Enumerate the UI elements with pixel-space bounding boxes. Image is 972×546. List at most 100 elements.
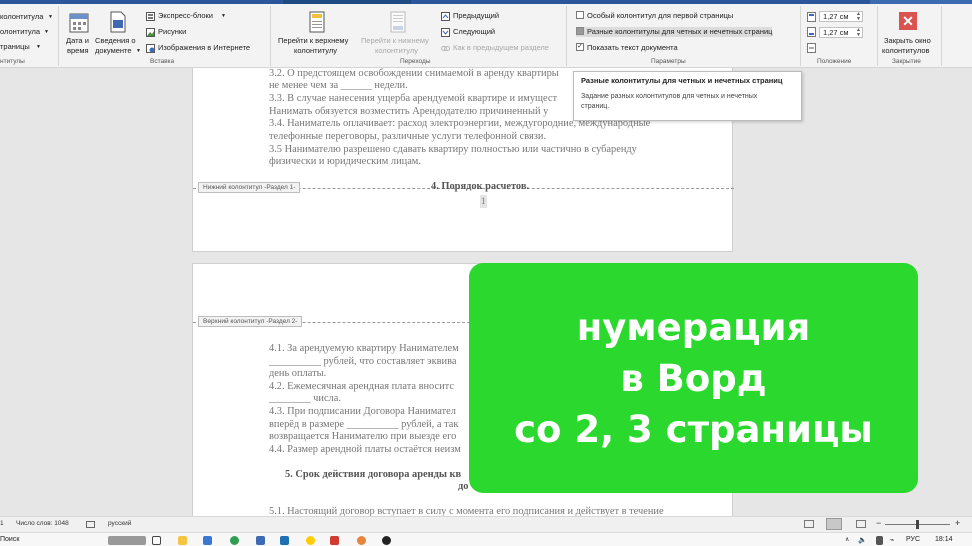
page-number-dropdown[interactable]: траницы xyxy=(0,42,30,52)
chevron-up-icon[interactable]: ∧ xyxy=(845,536,849,543)
browser-icon[interactable] xyxy=(357,536,366,545)
volume-icon[interactable]: 🔈 xyxy=(858,536,867,544)
group-separator xyxy=(800,6,801,66)
file-explorer-icon[interactable] xyxy=(178,536,187,545)
group-label-position: Положение xyxy=(817,58,852,65)
edge-icon[interactable] xyxy=(230,536,239,545)
obs-icon[interactable] xyxy=(382,536,391,545)
web-layout-icon[interactable] xyxy=(856,520,866,528)
group-separator xyxy=(58,6,59,66)
chevron-down-icon: ▼ xyxy=(48,14,53,20)
title-bar-strip xyxy=(0,0,972,4)
previous-icon xyxy=(441,12,450,21)
section-heading-cont: до xyxy=(458,481,469,492)
app-icon[interactable] xyxy=(330,536,339,545)
online-pictures-button[interactable]: Изображения в Интернете xyxy=(158,43,250,53)
mail-icon[interactable] xyxy=(256,536,265,545)
promo-overlay: нумерация в Ворд со 2, 3 страницы xyxy=(469,263,918,493)
status-bar: 1 Число слов: 1048 русский − + xyxy=(0,516,972,532)
goto-header-label-2[interactable]: колонтитулу xyxy=(294,46,337,56)
battery-icon[interactable] xyxy=(876,536,883,545)
doc-info-label-1[interactable]: Сведения о xyxy=(95,36,136,46)
link-previous-button[interactable]: Как в предыдущем разделе xyxy=(453,43,549,53)
proofing-icon[interactable] xyxy=(86,521,95,528)
checkbox-icon xyxy=(576,11,584,20)
word-count[interactable]: Число слов: 1048 xyxy=(16,520,69,527)
pictures-button[interactable]: Рисунки xyxy=(158,27,186,37)
header-dropdown[interactable]: колонтитула xyxy=(0,12,43,22)
goto-footer-label-1[interactable]: Перейти к нижнему xyxy=(361,36,429,46)
calendar-icon xyxy=(69,13,89,33)
group-separator xyxy=(877,6,878,66)
zoom-out-icon[interactable]: − xyxy=(876,518,881,528)
promo-line: со 2, 3 страницы xyxy=(514,407,873,451)
print-layout-icon[interactable] xyxy=(826,518,842,530)
link-icon xyxy=(441,46,450,51)
header-position-spinner[interactable]: 1,27 см ▲ ▼ xyxy=(819,11,863,22)
language-indicator[interactable]: русский xyxy=(108,520,131,527)
paragraph-line: 5.1. Настоящий договор вступает в силу с… xyxy=(269,506,664,516)
show-document-text-checkbox[interactable]: ✓ Показать текст документа xyxy=(576,43,678,53)
goto-footer-label-2[interactable]: колонтитулу xyxy=(375,46,418,56)
zoom-in-icon[interactable]: + xyxy=(955,518,960,528)
task-view-icon[interactable] xyxy=(152,536,161,545)
footer-position-icon xyxy=(807,27,816,37)
paragraph-line: телефонные переговоры, различные услуги … xyxy=(269,131,547,142)
input-language[interactable]: РУС xyxy=(906,536,920,543)
spinner-arrows-icon[interactable]: ▲ ▼ xyxy=(856,12,861,22)
quick-parts-button[interactable]: Экспресс-блоки xyxy=(158,11,213,21)
network-icon[interactable]: ⌁ xyxy=(890,536,894,544)
date-time-label-2[interactable]: время xyxy=(67,46,89,56)
chevron-down-icon: ▼ xyxy=(221,13,226,19)
word-icon[interactable] xyxy=(280,536,289,545)
page-indicator[interactable]: 1 xyxy=(0,520,4,527)
store-icon[interactable] xyxy=(203,536,212,545)
doc-info-label-2[interactable]: документе xyxy=(95,46,132,56)
checkmark-icon: ✓ xyxy=(576,43,584,52)
page-number-field[interactable]: 1 xyxy=(480,195,487,208)
chevron-down-icon: ▼ xyxy=(136,48,141,54)
spinner-arrows-icon[interactable]: ▲ ▼ xyxy=(856,28,861,38)
checkbox-icon xyxy=(576,27,584,36)
taskbar-search[interactable]: Поиск xyxy=(0,536,19,543)
group-separator xyxy=(941,6,942,66)
group-label-options: Параметры xyxy=(651,58,686,65)
header-position-icon xyxy=(807,12,816,22)
document-info-icon xyxy=(110,11,126,33)
next-icon xyxy=(441,28,450,37)
paragraph-line: 4.4. Размер арендной платы остаётся неиз… xyxy=(269,444,461,455)
paragraph-line: день оплаты. xyxy=(269,368,327,379)
close-header-footer-label-2[interactable]: колонтитулов xyxy=(882,46,930,56)
footer-dropdown[interactable]: олонтитула xyxy=(0,27,40,37)
close-header-footer-label-1[interactable]: Закрыть окно xyxy=(884,36,931,46)
paragraph-line: не менее чем за ______ недели. xyxy=(269,80,408,91)
taskbar: Поиск ∧ 🔈 ⌁ РУС 18:14 xyxy=(0,532,972,546)
section-heading: 5. Срок действия договора аренды кв xyxy=(285,469,462,480)
group-label-headers: нтитулы xyxy=(0,58,25,65)
footer-position-spinner[interactable]: 1,27 см ▲ ▼ xyxy=(819,27,863,38)
promo-line: в Ворд xyxy=(620,356,767,400)
paragraph-line: 3.5 Нанимателю разрешено сдавать квартир… xyxy=(269,144,637,155)
different-first-page-checkbox[interactable]: Особый колонтитул для первой страницы xyxy=(576,11,733,21)
insert-alignment-tab-icon[interactable] xyxy=(807,43,816,53)
yandex-icon[interactable] xyxy=(306,536,315,545)
goto-header-label-1[interactable]: Перейти к верхнему xyxy=(278,36,348,46)
clock[interactable]: 18:14 xyxy=(935,536,953,543)
chevron-down-icon: ▼ xyxy=(36,44,41,50)
next-button[interactable]: Следующий xyxy=(453,27,495,37)
different-odd-even-label: Разные колонтитулы для четных и нечетных… xyxy=(587,27,773,36)
promo-line: нумерация xyxy=(576,305,811,349)
zoom-thumb[interactable] xyxy=(916,520,919,529)
different-odd-even-checkbox[interactable]: Разные колонтитулы для четных и нечетных… xyxy=(576,27,773,37)
show-document-text-label: Показать текст документа xyxy=(587,43,678,52)
previous-button[interactable]: Предыдущий xyxy=(453,11,499,21)
read-mode-icon[interactable] xyxy=(804,520,814,528)
tooltip: Разные колонтитулы для четных и нечетных… xyxy=(573,71,802,121)
paragraph-line: возвращается Нанимателю при выезде его xyxy=(269,431,457,442)
group-label-close: Закрытие xyxy=(892,58,921,65)
paragraph-line: 3.2. О предстоящем освобождении снимаемо… xyxy=(269,68,559,79)
quick-parts-icon xyxy=(146,12,155,21)
close-icon: ✕ xyxy=(899,12,917,30)
different-first-page-label: Особый колонтитул для первой страницы xyxy=(587,11,734,20)
date-time-label-1[interactable]: Дата и xyxy=(66,36,89,46)
